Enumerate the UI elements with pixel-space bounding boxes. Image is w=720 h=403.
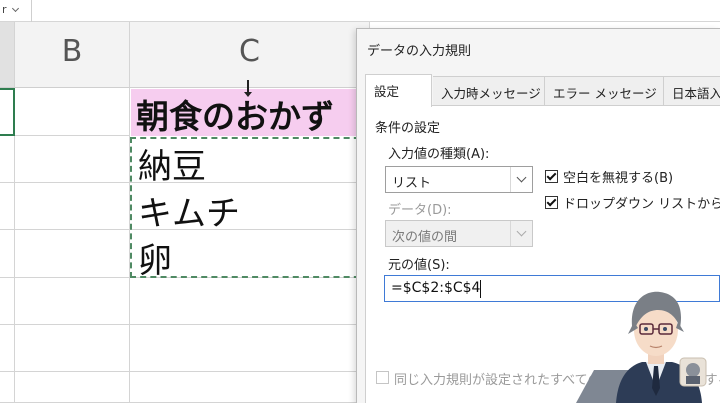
- tab-ime-mode[interactable]: 日本語入力: [664, 76, 720, 106]
- ignore-blank-label: 空白を無視する(B): [563, 171, 674, 186]
- cell-b1[interactable]: [15, 88, 130, 136]
- allow-select-value: リスト: [392, 176, 432, 191]
- mouse-pointer-tip-icon: [244, 92, 252, 97]
- ignore-blank-checkbox[interactable]: [545, 170, 558, 183]
- cell-b3[interactable]: [15, 183, 130, 230]
- chevron-down-icon[interactable]: [11, 4, 20, 13]
- cell-c5[interactable]: [130, 278, 370, 325]
- cell-b7[interactable]: [15, 372, 130, 403]
- source-input-value: =$C$2:$C$4: [391, 280, 481, 296]
- tab-input-message-label: 入力時メッセージ: [441, 86, 541, 101]
- in-cell-dropdown-checkbox[interactable]: [545, 196, 558, 209]
- name-box-text: r: [2, 3, 7, 16]
- tab-ime-mode-label: 日本語入力: [672, 86, 720, 101]
- data-select-value: 次の値の間: [392, 230, 458, 245]
- tab-error-alert-label: エラー メッセージ: [553, 86, 657, 101]
- cell-a4[interactable]: [0, 230, 15, 278]
- cell-c7[interactable]: [130, 372, 370, 403]
- text-caret: [480, 280, 481, 298]
- criteria-section-label: 条件の設定: [375, 121, 441, 136]
- allow-label: 入力値の種類(A):: [388, 147, 490, 162]
- column-header-a[interactable]: [0, 22, 15, 88]
- checkbox-check-icon: [546, 170, 557, 181]
- cell-b5[interactable]: [15, 278, 130, 325]
- formula-bar-divider: [31, 0, 32, 22]
- tab-settings-label: 設定: [374, 84, 400, 99]
- checkbox-check-icon: [546, 196, 557, 207]
- column-header-b[interactable]: B: [15, 22, 130, 88]
- column-header-c[interactable]: C: [130, 22, 370, 88]
- avatar-character: [576, 291, 707, 403]
- data-label: データ(D):: [388, 203, 452, 218]
- dialog-tabs: 設定 入力時メッセージ エラー メッセージ 日本語入力: [365, 74, 720, 107]
- data-select-dropdown: [510, 221, 532, 246]
- formula-bar: r: [0, 0, 720, 22]
- cell-a3[interactable]: [0, 183, 15, 230]
- chevron-down-icon: [516, 226, 527, 237]
- cell-b2[interactable]: [15, 136, 130, 183]
- in-cell-dropdown-label: ドロップダウン リストから選択す: [563, 197, 720, 212]
- data-select: 次の値の間: [385, 220, 533, 247]
- cell-c1-text: 朝食のおかず: [136, 97, 334, 136]
- cell-a7[interactable]: [0, 372, 15, 403]
- chevron-down-icon: [516, 172, 527, 183]
- dialog-title: データの入力規則: [367, 44, 472, 59]
- tab-error-alert[interactable]: エラー メッセージ: [545, 76, 664, 106]
- active-cell-border: [0, 88, 15, 136]
- tab-input-message[interactable]: 入力時メッセージ: [433, 76, 545, 106]
- cell-a6[interactable]: [0, 325, 15, 372]
- source-label: 元の値(S):: [388, 258, 450, 273]
- allow-select-dropdown[interactable]: [510, 167, 532, 192]
- cell-a5[interactable]: [0, 278, 15, 325]
- cell-c6[interactable]: [130, 325, 370, 372]
- tab-settings[interactable]: 設定: [365, 74, 432, 107]
- cell-a2[interactable]: [0, 136, 15, 183]
- copy-range-marquee: [130, 137, 370, 278]
- apply-to-all-checkbox: [376, 371, 389, 384]
- cell-b4[interactable]: [15, 230, 130, 278]
- cell-b6[interactable]: [15, 325, 130, 372]
- allow-select[interactable]: リスト: [385, 166, 533, 193]
- name-box[interactable]: r: [0, 0, 28, 20]
